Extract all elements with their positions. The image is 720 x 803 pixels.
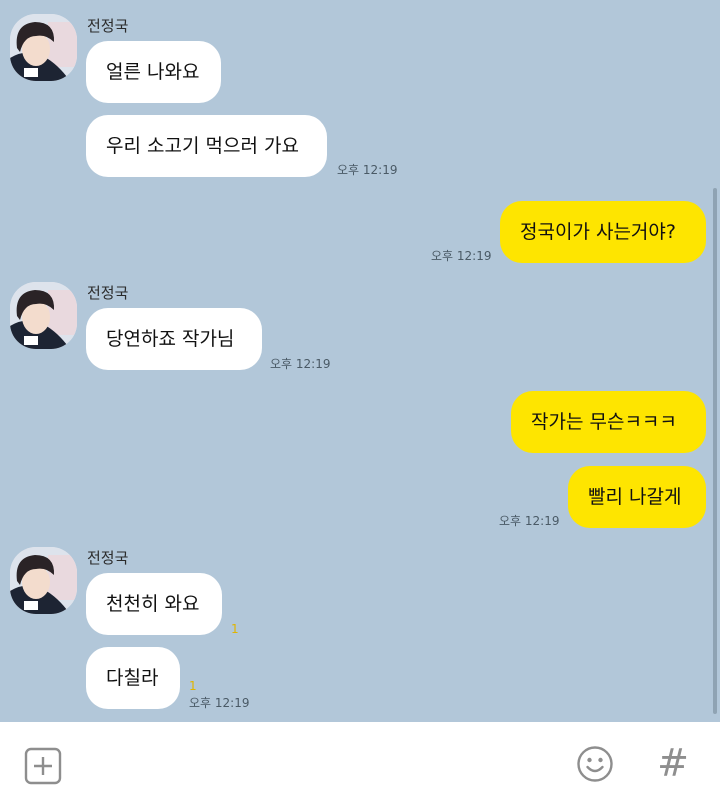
- message-bubble-incoming[interactable]: 얼른 나와요: [86, 41, 221, 103]
- plus-square-icon: [24, 747, 62, 785]
- message-timestamp: 오후 12:19: [189, 696, 250, 710]
- message-timestamp: 오후 12:19: [337, 163, 398, 177]
- unread-count: 1: [189, 679, 197, 693]
- message-timestamp: 오후 12:19: [431, 249, 492, 263]
- sender-avatar[interactable]: [10, 547, 77, 614]
- scrollbar[interactable]: [713, 188, 717, 714]
- profile-photo-icon: [10, 282, 77, 349]
- sender-avatar[interactable]: [10, 14, 77, 81]
- unread-count: 1: [231, 622, 239, 636]
- chat-area[interactable]: 전정국 얼른 나와요 우리 소고기 먹으러 가요 오후 12:19 오후 12:…: [0, 0, 720, 722]
- message-bubble-outgoing[interactable]: 작가는 무슨ㅋㅋㅋ: [511, 391, 706, 453]
- message-bubble-outgoing[interactable]: 빨리 나갈게: [568, 466, 706, 528]
- hashtag-button[interactable]: #: [652, 740, 694, 786]
- profile-photo-icon: [10, 547, 77, 614]
- message-input-bar: #: [0, 722, 720, 803]
- sender-name: 전정국: [87, 549, 129, 567]
- emoji-button[interactable]: [576, 745, 614, 783]
- smiley-icon: [577, 746, 613, 782]
- message-timestamp: 오후 12:19: [270, 357, 331, 371]
- profile-photo-icon: [10, 14, 77, 81]
- message-bubble-incoming[interactable]: 우리 소고기 먹으러 가요: [86, 115, 327, 177]
- message-bubble-outgoing[interactable]: 정국이가 사는거야?: [500, 201, 706, 263]
- sender-name: 전정국: [87, 284, 129, 302]
- message-bubble-incoming[interactable]: 당연하죠 작가님: [86, 308, 262, 370]
- hashtag-icon: #: [657, 741, 689, 785]
- sender-name: 전정국: [87, 17, 129, 35]
- message-timestamp: 오후 12:19: [499, 514, 560, 528]
- sender-avatar[interactable]: [10, 282, 77, 349]
- message-bubble-incoming[interactable]: 천천히 와요: [86, 573, 222, 635]
- message-bubble-incoming[interactable]: 다칠라: [86, 647, 180, 709]
- add-button[interactable]: [24, 747, 62, 785]
